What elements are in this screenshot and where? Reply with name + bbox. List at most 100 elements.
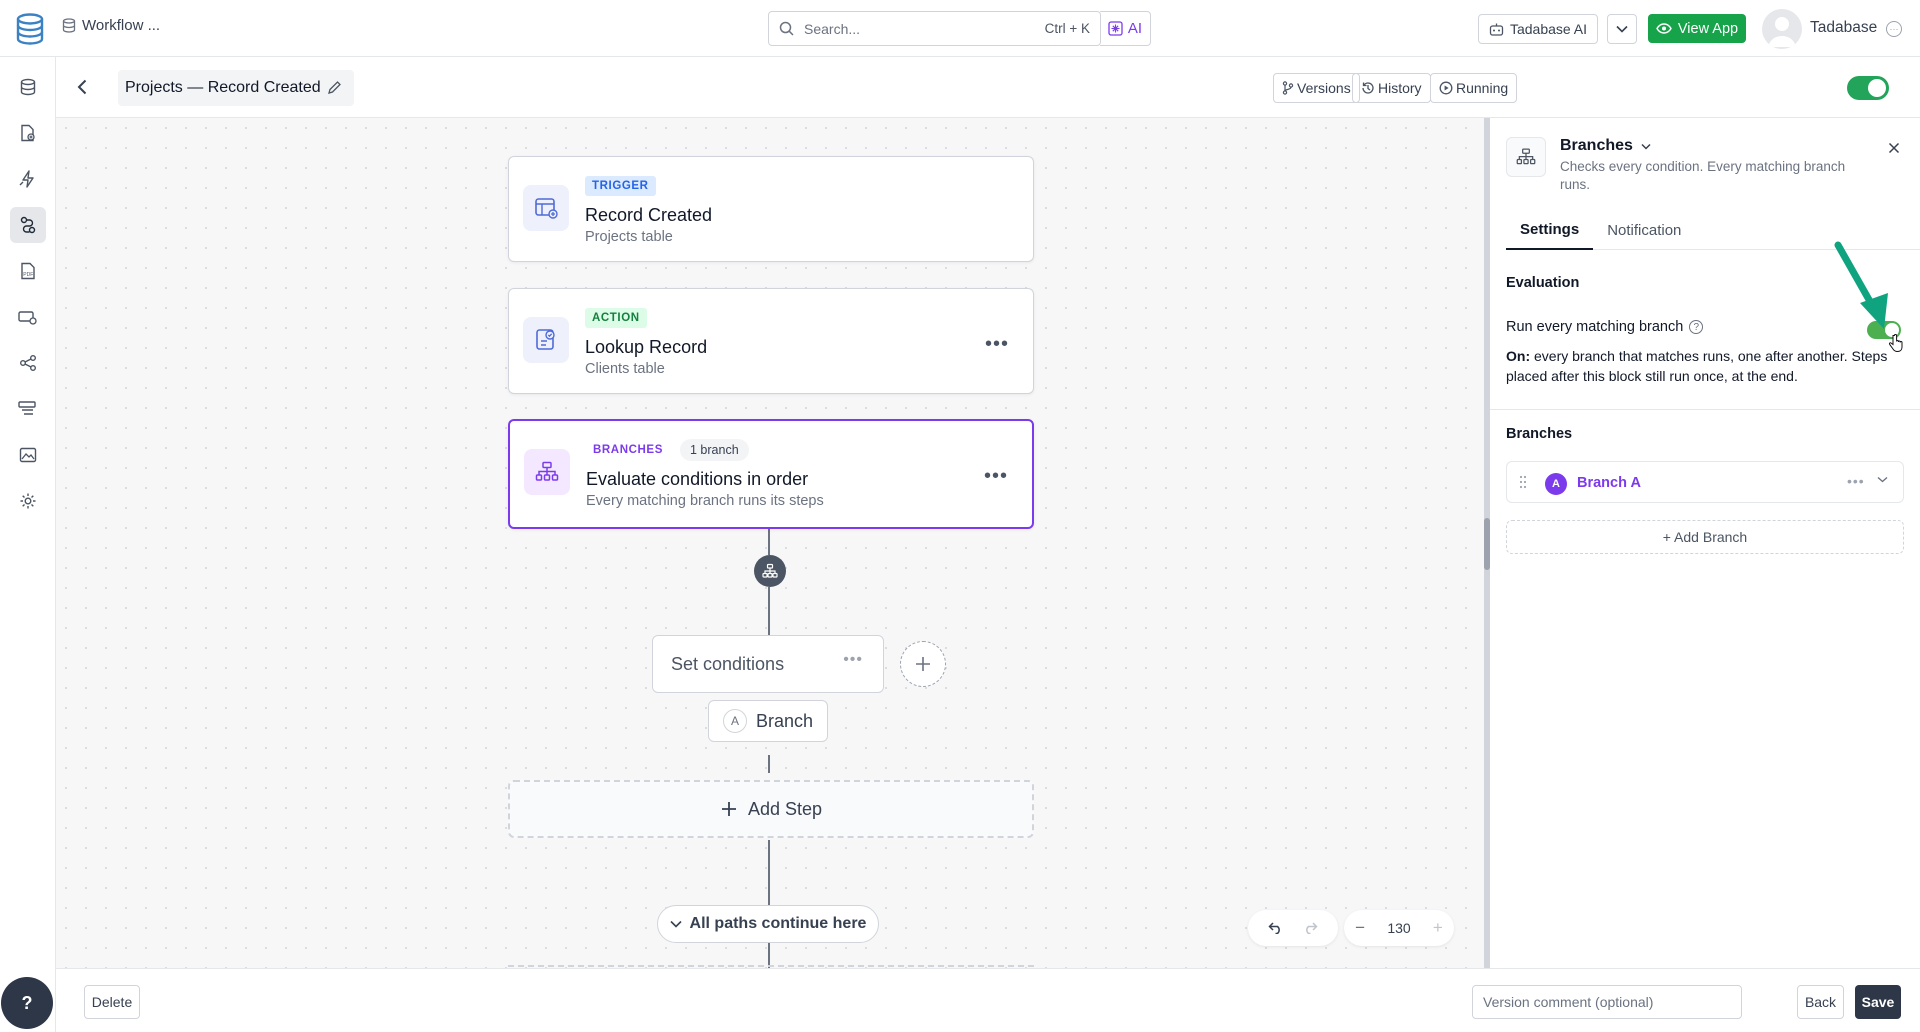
view-app-button[interactable]: View App	[1648, 14, 1746, 43]
tab-settings[interactable]: Settings	[1506, 210, 1594, 250]
running-label: Running	[1456, 80, 1509, 96]
chevron-down-icon	[1641, 143, 1651, 150]
ai-button[interactable]: AI	[1100, 11, 1151, 46]
branches-title: Evaluate conditions in order	[586, 469, 809, 489]
branches-more-menu[interactable]: •••	[984, 465, 1008, 488]
plus-icon	[721, 802, 736, 816]
branch-chip-label: Branch	[756, 710, 814, 731]
panel-description: Checks every condition. Every matching b…	[1560, 159, 1846, 192]
history-icon	[1362, 82, 1374, 94]
help-icon[interactable]: ?	[1689, 320, 1704, 334]
zoom-in-button[interactable]: +	[1433, 918, 1443, 938]
tadabase-logo-icon[interactable]	[15, 13, 45, 45]
workflow-title-text: Projects — Record Created	[125, 79, 321, 96]
workflow-enabled-toggle[interactable]	[1847, 76, 1889, 100]
connector-line	[768, 528, 770, 555]
properties-panel: Branches Checks every condition. Every m…	[1490, 118, 1920, 968]
search-shortcut: Ctrl + K	[1044, 21, 1090, 36]
chevron-down-icon	[1616, 25, 1628, 33]
drag-handle-icon[interactable]	[1519, 475, 1527, 489]
trigger-badge: TRIGGER	[585, 176, 656, 196]
ai-dropdown-button[interactable]	[1607, 14, 1637, 44]
user-name[interactable]: Tadabase	[1810, 19, 1877, 37]
breadcrumb[interactable]: Workflow ...	[62, 17, 160, 34]
share-icon[interactable]	[10, 345, 46, 381]
close-icon[interactable]	[1888, 142, 1900, 154]
branch-hub-icon[interactable]	[754, 555, 786, 587]
branch-count-pill: 1 branch	[680, 439, 749, 461]
database-icon[interactable]	[10, 69, 46, 105]
trigger-node[interactable]: TRIGGER Record Created Projects table	[508, 156, 1034, 262]
help-button[interactable]: ?	[1, 977, 53, 1029]
user-menu-icon[interactable]: ···	[1886, 21, 1902, 37]
merge-label: All paths continue here	[689, 915, 867, 932]
avatar[interactable]	[1762, 9, 1802, 49]
history-button[interactable]: History	[1352, 73, 1431, 103]
history-label: History	[1378, 80, 1422, 96]
add-branch-button[interactable]: + Add Branch	[1506, 520, 1904, 554]
merge-paths-pill[interactable]: All paths continue here	[657, 905, 879, 943]
running-button[interactable]: Running	[1430, 73, 1518, 103]
page-add-icon[interactable]	[10, 115, 46, 151]
workflow-canvas[interactable]: TRIGGER Record Created Projects table AC…	[56, 118, 1484, 968]
undo-icon[interactable]	[1268, 922, 1284, 934]
search-icon	[779, 21, 794, 36]
branches-node[interactable]: BRANCHES 1 branch Evaluate conditions in…	[508, 419, 1034, 529]
workflow-title[interactable]: Projects — Record Created	[118, 70, 354, 106]
zoom-out-button[interactable]: −	[1355, 918, 1365, 938]
view-app-label: View App	[1677, 20, 1739, 37]
back-arrow-icon[interactable]	[70, 75, 94, 99]
top-bar: Workflow ... Search... Ctrl + K AI Tadab…	[0, 0, 1920, 57]
pdf-icon[interactable]: PDF	[10, 253, 46, 289]
conditions-more-menu[interactable]: •••	[843, 651, 863, 669]
trigger-title: Record Created	[585, 205, 713, 225]
run-every-branch-option: Run every matching branch ?	[1506, 319, 1704, 335]
connector-line	[768, 755, 770, 773]
option-description-text: every branch that matches runs, one afte…	[1506, 348, 1888, 384]
plus-icon	[916, 657, 930, 671]
workflow-icon[interactable]	[10, 207, 46, 243]
back-button[interactable]: Back	[1797, 985, 1844, 1019]
automation-icon[interactable]	[10, 161, 46, 197]
branches-icon	[1506, 137, 1546, 177]
branch-more-menu[interactable]: •••	[1847, 473, 1865, 489]
branch-list-item[interactable]: A Branch A •••	[1506, 461, 1904, 503]
action-more-menu[interactable]: •••	[985, 333, 1009, 356]
add-step-button[interactable]: Add Step	[508, 780, 1034, 838]
save-button[interactable]: Save	[1855, 985, 1901, 1019]
delete-button[interactable]: Delete	[84, 985, 140, 1019]
editor-footer: Delete Back Save	[56, 968, 1920, 1032]
chevron-down-icon[interactable]	[1877, 476, 1888, 483]
tab-notification[interactable]: Notification	[1593, 210, 1695, 250]
redo-icon[interactable]	[1302, 922, 1318, 934]
branch-name: Branch A	[1577, 475, 1641, 491]
versions-button[interactable]: Versions	[1273, 73, 1360, 103]
zoom-controls: − 130 +	[1344, 910, 1454, 946]
undo-redo-controls	[1248, 910, 1338, 946]
table-add-icon	[523, 185, 569, 231]
tadabase-ai-button[interactable]: Tadabase AI	[1478, 14, 1598, 44]
left-nav-rail: PDF	[0, 57, 56, 1032]
connector-line	[768, 587, 770, 635]
set-conditions-card[interactable]: Set conditions •••	[652, 635, 884, 693]
menu-icon[interactable]	[10, 391, 46, 427]
version-comment-input[interactable]	[1472, 985, 1742, 1019]
branch-a-chip[interactable]: A Branch	[708, 700, 828, 742]
search-input[interactable]: Search... Ctrl + K	[768, 11, 1101, 46]
add-branch-circle-button[interactable]	[900, 641, 946, 687]
database-icon	[62, 18, 76, 33]
edit-pencil-icon[interactable]	[327, 80, 342, 95]
action-node[interactable]: ACTION Lookup Record Clients table •••	[508, 288, 1034, 394]
branches-badge: BRANCHES	[586, 440, 670, 460]
ai-sparkle-icon	[1108, 21, 1123, 36]
record-lookup-icon	[523, 317, 569, 363]
zoom-level: 130	[1387, 920, 1411, 936]
image-icon[interactable]	[10, 437, 46, 473]
card-icon[interactable]	[10, 299, 46, 335]
run-every-branch-label: Run every matching branch	[1506, 319, 1684, 335]
branches-subtitle: Every matching branch runs its steps	[586, 493, 824, 509]
section-divider	[1490, 409, 1920, 410]
settings-icon[interactable]	[10, 483, 46, 519]
action-badge: ACTION	[585, 308, 647, 328]
panel-title-dropdown[interactable]: Branches	[1560, 137, 1651, 155]
